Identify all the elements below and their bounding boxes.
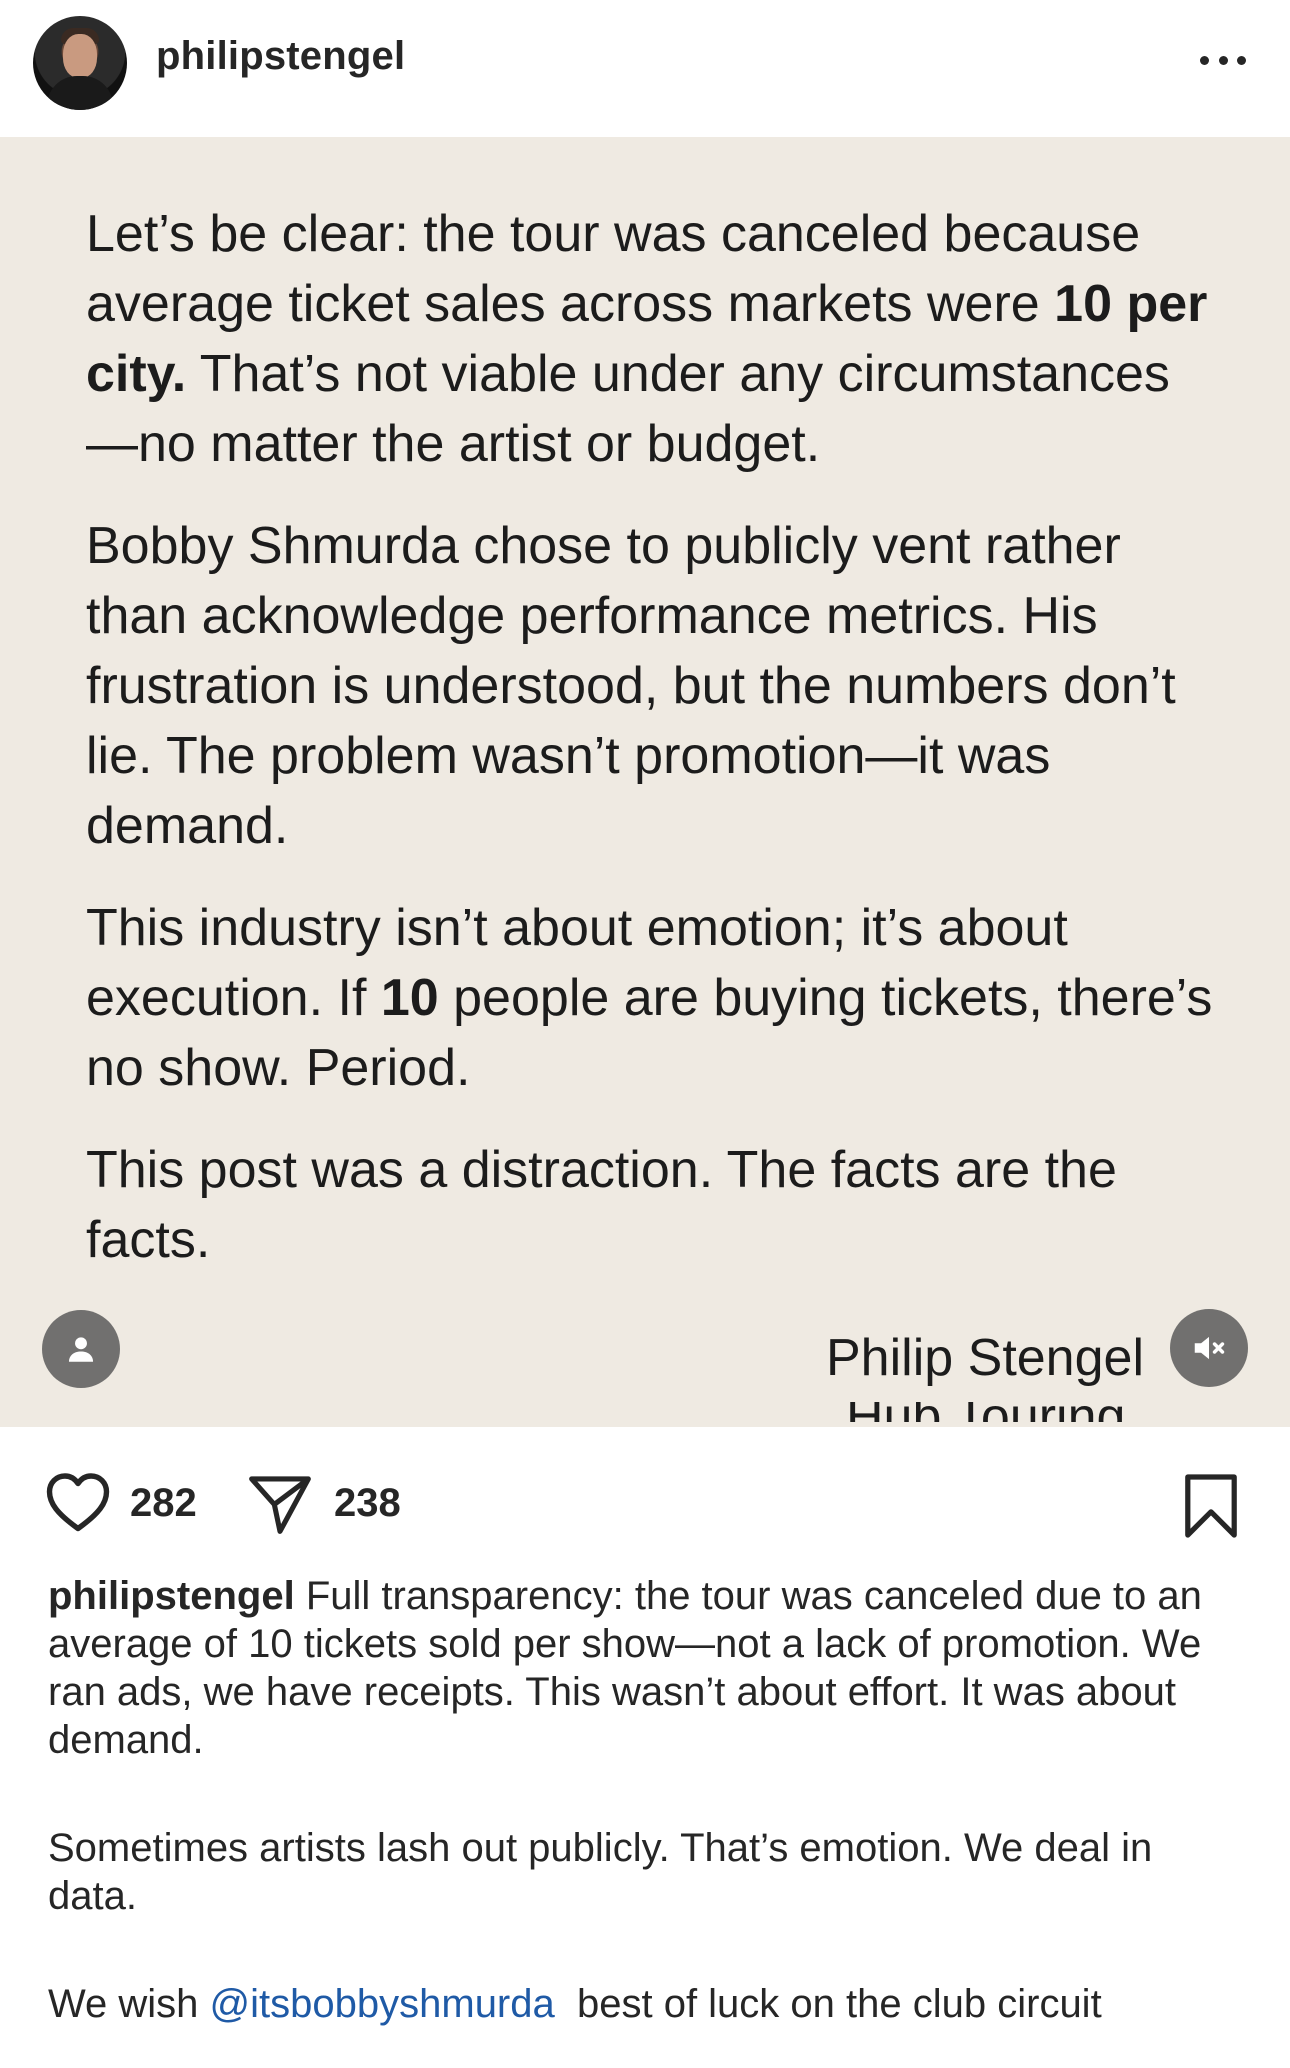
media-bold-text: 10	[380, 969, 439, 1027]
post-username[interactable]: philipstengel	[156, 34, 405, 79]
media-paragraph: This post was a distraction. The facts a…	[86, 1135, 1216, 1275]
caption-paragraph: Sometimes artists lash out publicly. Tha…	[48, 1824, 1248, 1920]
more-dot	[1218, 55, 1228, 65]
caption-text: best of luck on the club circuit	[554, 1982, 1102, 2026]
caption-text: We wish	[48, 1982, 210, 2026]
media-paragraph: Bobby Shmurda chose to publicly vent rat…	[86, 511, 1216, 861]
caption-text: Sometimes artists lash out publicly. Tha…	[48, 1826, 1153, 1918]
post-media[interactable]: Let’s be clear: the tour was canceled be…	[0, 137, 1290, 1427]
more-dot	[1237, 55, 1246, 65]
media-signature-sub: Hub Touring	[846, 1402, 1125, 1422]
caption-username[interactable]: philipstengel	[48, 1574, 295, 1618]
share-count[interactable]: 238	[334, 1481, 401, 1526]
tagged-people-button[interactable]	[42, 1310, 120, 1388]
avatar-face	[63, 34, 97, 78]
mute-toggle-button[interactable]	[1170, 1309, 1248, 1387]
media-text: Bobby Shmurda chose to publicly vent rat…	[86, 517, 1176, 855]
caption-paragraph: philipstengel Full transparency: the tou…	[48, 1572, 1248, 1764]
more-dot	[1200, 55, 1209, 65]
speaker-muted-icon	[1194, 1336, 1225, 1360]
media-text: This post was a distraction. The facts a…	[86, 1141, 1117, 1269]
post-actions-bar: 282 238	[0, 1427, 1290, 1577]
more-options-icon[interactable]	[1196, 40, 1250, 80]
media-signature: Philip Stengel	[826, 1329, 1144, 1387]
person-icon	[68, 1337, 94, 1362]
bookmark-icon[interactable]	[1182, 1471, 1240, 1541]
post-header: philipstengel	[0, 0, 1290, 137]
media-text: Let’s be clear: the tour was canceled be…	[86, 205, 1141, 333]
media-paragraph: Let’s be clear: the tour was canceled be…	[86, 199, 1216, 479]
avatar[interactable]	[33, 16, 127, 110]
caption-paragraph: We wish @itsbobbyshmurda best of luck on…	[48, 1980, 1248, 2028]
media-paragraph: This industry isn’t about emotion; it’s …	[86, 893, 1216, 1103]
heart-icon[interactable]	[42, 1467, 114, 1539]
send-icon[interactable]	[246, 1467, 314, 1539]
mention-link[interactable]: @itsbobbyshmurda	[210, 1982, 555, 2026]
media-text-block: Let’s be clear: the tour was canceled be…	[86, 199, 1216, 1307]
media-text: That’s not viable under any circumstance…	[86, 345, 1170, 473]
post-caption: philipstengel Full transparency: the tou…	[48, 1572, 1248, 2068]
like-count[interactable]: 282	[130, 1481, 197, 1526]
avatar-shirt	[47, 76, 113, 110]
